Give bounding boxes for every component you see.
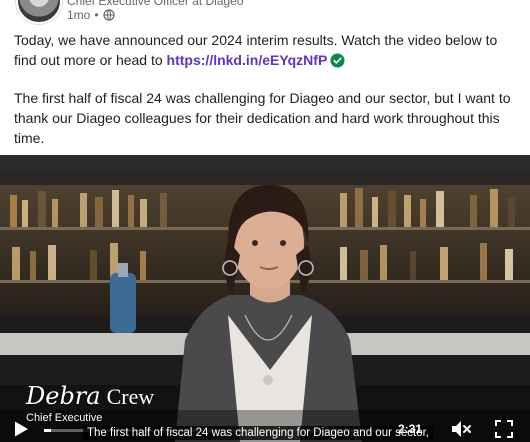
post-header: Chief Executive Officer at Diageo 1mo • — [0, 0, 530, 26]
avatar[interactable] — [16, 0, 62, 24]
name-first: Debra — [26, 382, 101, 410]
author-subtitle: Chief Executive Officer at Diageo — [67, 0, 244, 8]
play-icon[interactable] — [12, 420, 30, 438]
caption: The first half of fiscal 24 was challeng… — [83, 426, 433, 440]
post-paragraph-2: The first half of fiscal 24 was challeng… — [14, 90, 511, 146]
name-lower-third: Debra Crew — [26, 382, 154, 410]
time-remaining: 2:31 — [398, 422, 423, 436]
name-last: Crew — [106, 384, 155, 409]
globe-icon — [102, 9, 115, 21]
short-link[interactable]: https://lnkd.in/eEYqzNfP — [167, 52, 328, 68]
post-paragraph-1: Today, we have announced our 2024 interi… — [14, 30, 519, 70]
time-ago: 1mo — [67, 8, 91, 22]
progress-fill — [44, 429, 51, 432]
meta-separator: • — [94, 8, 99, 22]
post-body: Today, we have announced our 2024 interi… — [14, 30, 519, 166]
check-icon — [330, 53, 345, 68]
volume-icon[interactable] — [450, 418, 472, 440]
fullscreen-icon[interactable] — [494, 419, 514, 439]
role-label: Chief Executive — [26, 412, 103, 424]
post-meta: 1mo • — [67, 8, 115, 22]
